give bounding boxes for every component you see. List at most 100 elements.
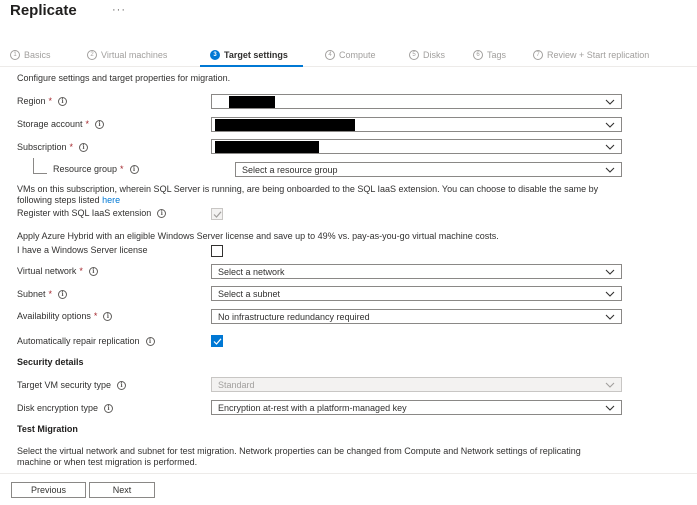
vm-security-type-label: Target VM security type i bbox=[17, 380, 127, 390]
info-icon[interactable]: i bbox=[58, 289, 68, 299]
disk-encryption-value: Encryption at-rest with a platform-manag… bbox=[218, 402, 407, 413]
chevron-down-icon bbox=[605, 99, 615, 105]
windows-license-checkbox[interactable] bbox=[211, 245, 223, 257]
auto-repair-label-text: Automatically repair replication bbox=[17, 336, 140, 346]
disk-encryption-label: Disk encryption type i bbox=[17, 403, 114, 413]
subnet-label: Subnet * i bbox=[17, 289, 68, 299]
checkmark-icon bbox=[213, 211, 222, 218]
auto-repair-label: Automatically repair replication i bbox=[17, 336, 155, 346]
security-details-heading: Security details bbox=[17, 357, 84, 367]
sql-register-label-text: Register with SQL IaaS extension bbox=[17, 208, 152, 218]
intro-text: Configure settings and target properties… bbox=[17, 73, 231, 83]
subnet-label-text: Subnet bbox=[17, 289, 46, 299]
tab-divider bbox=[0, 66, 697, 67]
step-label: Tags bbox=[487, 50, 507, 60]
tab-compute[interactable]: 4 Compute bbox=[325, 50, 376, 60]
virtual-network-label-text: Virtual network bbox=[17, 266, 77, 276]
storage-account-label-text: Storage account bbox=[17, 119, 83, 129]
resource-group-label: Resource group * i bbox=[53, 164, 139, 174]
active-tab-indicator bbox=[200, 65, 303, 67]
subscription-dropdown[interactable] bbox=[211, 139, 622, 154]
vm-security-type-label-text: Target VM security type bbox=[17, 380, 112, 390]
required-marker: * bbox=[93, 311, 98, 321]
info-icon[interactable]: i bbox=[79, 142, 89, 152]
region-dropdown[interactable] bbox=[211, 94, 622, 109]
info-icon[interactable]: i bbox=[129, 164, 139, 174]
info-icon[interactable]: i bbox=[58, 96, 68, 106]
step-label: Review + Start replication bbox=[547, 50, 650, 60]
tab-virtual-machines[interactable]: 2 Virtual machines bbox=[87, 50, 167, 60]
availability-options-label: Availability options * i bbox=[17, 311, 113, 321]
resource-group-label-text: Resource group bbox=[53, 164, 118, 174]
required-marker: * bbox=[69, 142, 74, 152]
chevron-down-icon bbox=[605, 122, 615, 128]
redacted-value bbox=[215, 119, 355, 131]
step-number: 3 bbox=[210, 50, 220, 60]
chevron-down-icon bbox=[605, 167, 615, 173]
next-button[interactable]: Next bbox=[89, 482, 155, 498]
info-icon[interactable]: i bbox=[104, 403, 114, 413]
disk-encryption-dropdown[interactable]: Encryption at-rest with a platform-manag… bbox=[211, 400, 622, 415]
chevron-down-icon bbox=[605, 269, 615, 275]
tab-review-start-replication[interactable]: 7 Review + Start replication bbox=[533, 50, 649, 60]
required-marker: * bbox=[120, 164, 124, 174]
windows-license-label: I have a Windows Server license bbox=[17, 245, 148, 255]
info-icon[interactable]: i bbox=[117, 380, 127, 390]
more-options-icon[interactable]: ··· bbox=[112, 4, 126, 16]
subscription-label: Subscription * i bbox=[17, 142, 89, 152]
tab-tags[interactable]: 6 Tags bbox=[473, 50, 506, 60]
tab-disks[interactable]: 5 Disks bbox=[409, 50, 445, 60]
wizard-steps: 1 Basics 2 Virtual machines 3 Target set… bbox=[10, 50, 690, 64]
chevron-down-icon bbox=[605, 144, 615, 150]
tree-connector bbox=[33, 158, 34, 174]
info-icon[interactable]: i bbox=[103, 311, 113, 321]
step-label: Virtual machines bbox=[101, 50, 168, 60]
info-icon[interactable]: i bbox=[157, 208, 167, 218]
disk-encryption-label-text: Disk encryption type bbox=[17, 403, 99, 413]
info-icon[interactable]: i bbox=[145, 336, 155, 346]
tree-connector bbox=[33, 173, 47, 174]
step-label: Disks bbox=[423, 50, 445, 60]
availability-options-value: No infrastructure redundancy required bbox=[218, 311, 370, 322]
required-marker: * bbox=[79, 266, 83, 276]
subscription-label-text: Subscription bbox=[17, 142, 67, 152]
tab-basics[interactable]: 1 Basics bbox=[10, 50, 51, 60]
footer-divider bbox=[0, 473, 697, 474]
step-number: 2 bbox=[87, 50, 97, 60]
step-label: Target settings bbox=[224, 50, 288, 60]
sql-iaas-note: VMs on this subscription, wherein SQL Se… bbox=[17, 184, 607, 206]
step-number: 4 bbox=[325, 50, 335, 60]
subnet-placeholder: Select a subnet bbox=[218, 288, 281, 299]
step-number: 5 bbox=[409, 50, 419, 60]
step-number: 6 bbox=[473, 50, 483, 60]
step-label: Basics bbox=[24, 50, 51, 60]
region-label: Region * i bbox=[17, 96, 68, 106]
windows-license-label-text: I have a Windows Server license bbox=[17, 245, 148, 255]
availability-options-dropdown[interactable]: No infrastructure redundancy required bbox=[211, 309, 622, 324]
virtual-network-label: Virtual network * i bbox=[17, 266, 98, 276]
sql-register-checkbox[interactable] bbox=[211, 208, 223, 220]
info-icon[interactable]: i bbox=[88, 266, 98, 276]
chevron-down-icon bbox=[605, 405, 615, 411]
redacted-value bbox=[229, 96, 275, 108]
vm-security-type-dropdown[interactable]: Standard bbox=[211, 377, 622, 392]
info-icon[interactable]: i bbox=[95, 119, 105, 129]
availability-options-label-text: Availability options bbox=[17, 311, 91, 321]
auto-repair-checkbox[interactable] bbox=[211, 335, 223, 347]
virtual-network-dropdown[interactable]: Select a network bbox=[211, 264, 622, 279]
vm-security-type-value: Standard bbox=[218, 379, 255, 390]
resource-group-dropdown[interactable]: Select a resource group bbox=[235, 162, 622, 177]
tab-target-settings[interactable]: 3 Target settings bbox=[210, 50, 288, 60]
previous-button[interactable]: Previous bbox=[11, 482, 86, 498]
region-label-text: Region bbox=[17, 96, 46, 106]
storage-account-label: Storage account * i bbox=[17, 119, 105, 129]
sql-iaas-here-link[interactable]: here bbox=[102, 195, 120, 205]
required-marker: * bbox=[48, 289, 53, 299]
step-number: 7 bbox=[533, 50, 543, 60]
test-migration-heading: Test Migration bbox=[17, 424, 78, 434]
sql-register-label: Register with SQL IaaS extension i bbox=[17, 208, 167, 218]
redacted-value bbox=[215, 141, 319, 153]
step-label: Compute bbox=[339, 50, 376, 60]
subnet-dropdown[interactable]: Select a subnet bbox=[211, 286, 622, 301]
storage-account-dropdown[interactable] bbox=[211, 117, 622, 132]
